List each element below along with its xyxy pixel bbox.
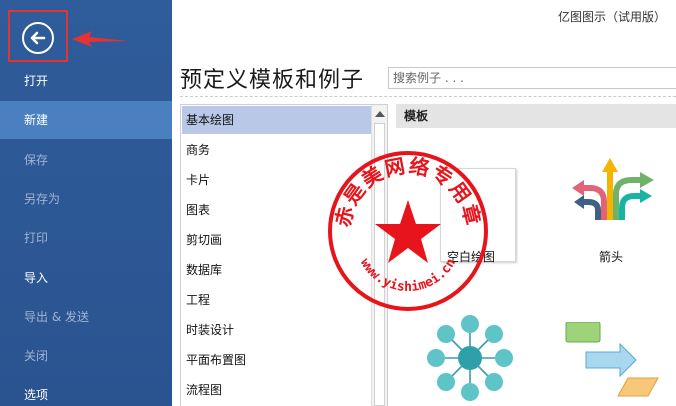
title-divider (180, 96, 676, 97)
template-arrows[interactable]: 箭头 (546, 128, 676, 278)
back-button-highlight (8, 10, 68, 62)
template-label: 箭头 (598, 250, 623, 264)
template-label: 空白绘图 (446, 250, 495, 264)
category-scrollbar[interactable] (371, 105, 387, 406)
sidebar-item[interactable]: 导出 & 发送 (0, 298, 172, 336)
flowchart-shapes-icon (565, 322, 659, 397)
sidebar-item[interactable]: 保存 (0, 141, 172, 179)
sidebar-item[interactable]: 新建 (0, 101, 172, 140)
category-item[interactable]: 数据库 (182, 256, 372, 284)
arrows-icon (572, 158, 654, 220)
template-flowchart-shapes[interactable] (546, 294, 676, 406)
sidebar-item[interactable]: 打印 (0, 219, 172, 257)
backstage-sidebar: 打开 新建 保存 另存为 打印 导入 导出 & 发送 关闭 选项 (0, 0, 172, 406)
scroll-thumb[interactable] (374, 123, 385, 406)
sidebar-item[interactable]: 关闭 (0, 337, 172, 375)
category-item[interactable]: 商务 (182, 136, 372, 164)
sidebar-item[interactable]: 选项 (0, 376, 172, 406)
category-item[interactable]: 流程图 (182, 376, 372, 404)
sidebar-item[interactable]: 另存为 (0, 180, 172, 218)
category-list: 基本绘图 商务 卡片 图表 剪切画 数据库 工程 时装设计 平面布置图 流程图 (180, 104, 388, 406)
template-blank-drawing[interactable]: 空白绘图 (396, 128, 546, 278)
page-title: 预定义模板和例子 (180, 68, 365, 93)
templates-header: 模板 (396, 104, 676, 128)
back-arrow-icon (30, 31, 46, 45)
back-button[interactable] (22, 22, 54, 54)
category-item[interactable]: 基本绘图 (182, 106, 372, 134)
mind-map-icon (427, 315, 513, 401)
category-item[interactable]: 时装设计 (182, 316, 372, 344)
annotation-arrow-icon (72, 31, 128, 47)
sidebar-item[interactable]: 打开 (0, 62, 172, 100)
sidebar-item[interactable]: 导入 (0, 259, 172, 297)
app-title: 亿图图示（试用版） (557, 10, 666, 24)
templates-panel: 模板 空白绘图 箭头 (396, 104, 676, 406)
scroll-up-arrow-icon[interactable] (375, 111, 385, 117)
search-input[interactable] (389, 68, 676, 88)
category-item[interactable]: 图表 (182, 196, 372, 224)
category-item[interactable]: 剪切画 (182, 226, 372, 254)
category-item[interactable]: 工程 (182, 286, 372, 314)
category-item[interactable]: 平面布置图 (182, 346, 372, 374)
category-item[interactable]: 卡片 (182, 166, 372, 194)
template-mind-map[interactable] (396, 294, 546, 406)
search-box[interactable] (388, 67, 676, 89)
